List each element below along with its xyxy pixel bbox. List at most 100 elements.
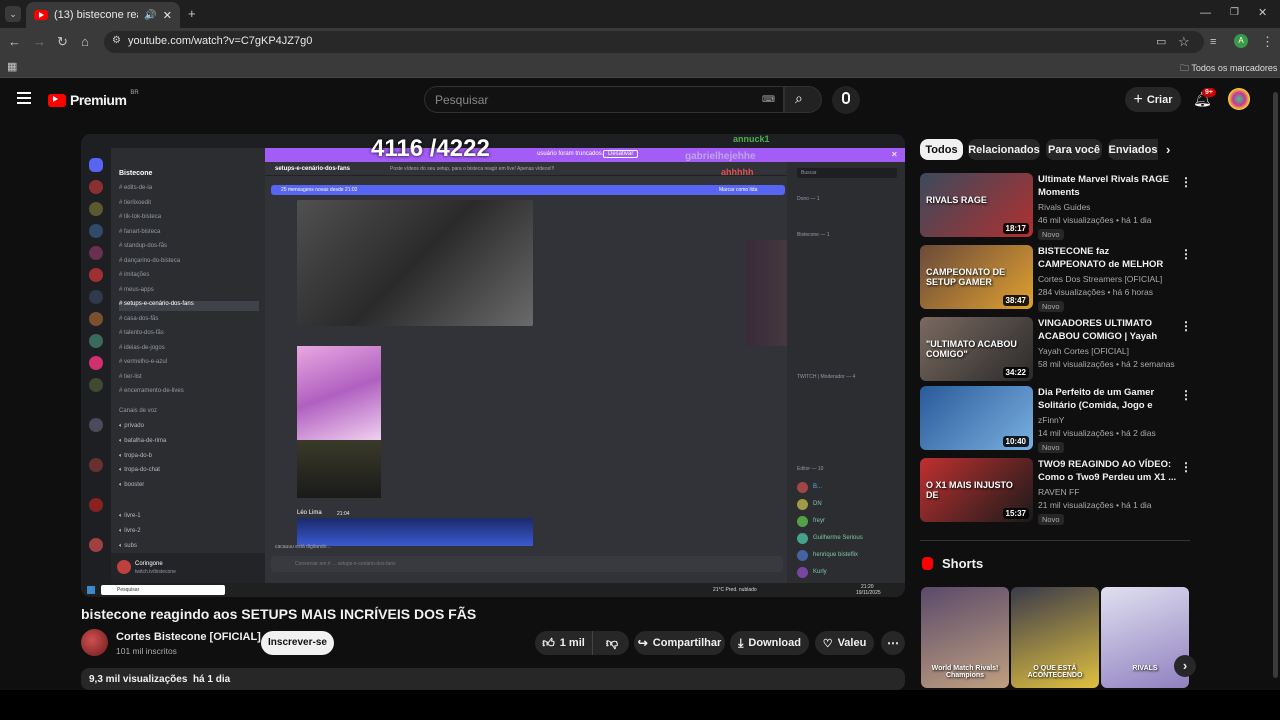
subscribe-button[interactable]: Inscrever-se [261, 631, 334, 655]
shorts-item[interactable]: O QUE ESTÁ ACONTECENDO [1011, 587, 1099, 688]
filter-chip-for-you[interactable]: Para você [1046, 139, 1102, 160]
more-actions-button[interactable]: ⋯ [881, 631, 905, 655]
browser-tab-bar: ⌄ (13) bistecone reagindo aos 🔊 ✕ + — ❐ … [0, 0, 1280, 28]
thanks-button[interactable]: ♡ Valeu [815, 631, 874, 655]
banner-button[interactable]: Desativar [603, 150, 639, 158]
channel-name[interactable]: Cortes Bistecone [OFICIAL] [116, 631, 261, 643]
member-group-header: Editor — 10 [797, 466, 824, 472]
upload-age: há 1 dia [192, 674, 231, 685]
profile-avatar[interactable]: A [1234, 34, 1248, 48]
dislike-button[interactable]: 👎︎ [595, 631, 629, 655]
media-control-icon[interactable]: ≡ [1210, 35, 1216, 49]
recommendation-thumbnail[interactable]: O X1 MAIS INJUSTO DE 15:37 [920, 458, 1033, 522]
recommendation-title[interactable]: BISTECONE faz CAMPEONATO de MELHOR SETUP… [1038, 245, 1178, 272]
keyboard-icon[interactable]: ⌨ [762, 94, 775, 105]
filter-chip-uploaded[interactable]: Enviados [1108, 139, 1158, 160]
recommendation-title[interactable]: VINGADORES ULTIMATO ACABOU COMIGO | Yaya… [1038, 317, 1178, 344]
tab-list-button[interactable]: ⌄ [5, 6, 21, 22]
more-vertical-icon[interactable]: ⋮ [1180, 247, 1192, 261]
video-player[interactable]: 4116 /4222 annuck1 gabrielhejehhe ahhhhh… [81, 134, 905, 597]
subscriber-count: 101 mil inscritos [116, 646, 177, 656]
shorts-item[interactable]: World Match Rivals! Champions [921, 587, 1009, 688]
banner-text: usuário foram truncados. [537, 151, 604, 157]
browser-tab-active[interactable]: (13) bistecone reagindo aos 🔊 ✕ [26, 2, 180, 28]
cast-icon[interactable]: ▭ [1156, 35, 1166, 49]
search-placeholder: Pesquisar [435, 93, 489, 107]
reload-icon[interactable]: ↻ [57, 35, 68, 49]
shorts-next-button[interactable]: › [1174, 655, 1196, 677]
channel-avatar[interactable] [81, 629, 108, 656]
recommendation-thumbnail[interactable]: RIVALS RAGE 18:17 [920, 173, 1033, 237]
search-input[interactable]: Pesquisar ⌨ [424, 86, 784, 113]
filter-chip-all[interactable]: Todos [920, 139, 963, 160]
account-avatar[interactable] [1228, 88, 1250, 110]
voice-search-button[interactable] [832, 86, 860, 114]
channel-topic: Poste vídeos do seu setup, para o bistec… [390, 166, 555, 172]
share-icon: ↪ [637, 636, 648, 650]
back-icon[interactable]: ← [8, 35, 21, 49]
discord-channel-item: # ideias-de-jogos [119, 344, 165, 351]
discord-server-list [81, 148, 111, 583]
more-vertical-icon[interactable]: ⋮ [1180, 175, 1192, 189]
minimize-icon[interactable]: — [1200, 6, 1211, 20]
recommendation-channel[interactable]: Cortes Dos Streamers [OFICIAL] [1038, 274, 1162, 284]
recommendation-item[interactable]: CAMPEONATO DE SETUP GAMER 38:47 BISTECONE … [920, 245, 1192, 312]
like-button[interactable]: 👍︎ 1 mil [535, 631, 593, 655]
video-embed-2 [297, 440, 381, 498]
recommendation-item[interactable]: O X1 MAIS INJUSTO DE 15:37 TWO9 REAGINDO A… [920, 458, 1192, 525]
tab-close-icon[interactable]: ✕ [163, 9, 172, 22]
more-vertical-icon[interactable]: ⋮ [1180, 319, 1192, 333]
chrome-menu-icon[interactable]: ⋮ [1261, 35, 1274, 49]
youtube-logo[interactable]: Premium BR [48, 90, 139, 108]
shorts-caption: World Match Rivals! Champions [931, 665, 999, 679]
recommendation-channel[interactable]: zFinnY [1038, 415, 1064, 425]
discord-channel-label: fanart-bisteca [124, 228, 161, 235]
all-bookmarks-folder[interactable]: 🗀 Todos os marcadores [1180, 61, 1277, 77]
recommendation-title[interactable]: Ultimate Marvel Rivals RAGE Moments [1038, 173, 1178, 200]
recommendation-item[interactable]: "ULTIMATO ACABOU COMIGO" 34:22 VINGADORES … [920, 317, 1192, 381]
url-field[interactable]: ⚙ youtube.com/watch?v=C7gKP4JZ7g0 [104, 31, 1204, 53]
plus-icon: + [1133, 90, 1143, 108]
recommendation-thumbnail[interactable]: "ULTIMATO ACABOU COMIGO" 34:22 [920, 317, 1033, 381]
recommendation-item[interactable]: 10:40 Dia Perfeito de um Gamer Solitário … [920, 386, 1192, 453]
thumbnail-text: "ULTIMATO ACABOU COMIGO" [926, 339, 1017, 359]
members-search[interactable]: Buscar [797, 168, 897, 178]
twitch-name-3: ahhhhh [721, 167, 754, 177]
download-button[interactable]: ⤓ Download [730, 631, 809, 655]
restore-icon[interactable]: ❐ [1230, 6, 1239, 20]
apps-grid-icon[interactable]: ▦ [7, 60, 17, 74]
recommendation-channel[interactable]: Rivals Guides [1038, 202, 1090, 212]
banner-close-icon[interactable]: ✕ [891, 150, 898, 159]
home-icon[interactable]: ⌂ [81, 35, 89, 49]
recommendation-thumbnail[interactable]: 10:40 [920, 386, 1033, 450]
server-name: Bistecone [119, 170, 153, 177]
new-messages-bar[interactable]: 25 mensagens novas desde 21:02 Marcar co… [271, 185, 785, 195]
recommendation-title[interactable]: TWO9 REAGINDO AO VÍDEO: Como o Two9 Perd… [1038, 458, 1178, 485]
description-box[interactable]: 9,3 mil visualizações há 1 dia [81, 668, 905, 690]
more-vertical-icon[interactable]: ⋮ [1180, 388, 1192, 402]
new-tab-icon[interactable]: + [188, 7, 196, 21]
recommendation-item[interactable]: RIVALS RAGE 18:17 Ultimate Marvel Rivals R… [920, 173, 1192, 240]
bookmark-star-icon[interactable]: ☆ [1178, 35, 1190, 49]
recommendation-thumbnail[interactable]: CAMPEONATO DE SETUP GAMER 38:47 [920, 245, 1033, 309]
page-scrollbar[interactable] [1273, 92, 1278, 678]
create-button[interactable]: + Criar [1125, 87, 1181, 112]
discord-voice-item: 🔈︎ batalha-de-rima [119, 438, 167, 444]
recommendation-channel[interactable]: Yayah Cortes [OFICIAL] [1038, 346, 1129, 356]
duration-badge: 18:17 [1002, 223, 1029, 234]
duration-badge: 15:37 [1002, 508, 1029, 519]
recommendation-title[interactable]: Dia Perfeito de um Gamer Solitário (Comi… [1038, 386, 1178, 413]
more-vertical-icon[interactable]: ⋮ [1180, 460, 1192, 474]
share-button[interactable]: ↪ Compartilhar [634, 631, 725, 655]
message-time: 21:04 [337, 511, 350, 517]
site-info-icon[interactable]: ⚙ [112, 35, 121, 46]
chat-input[interactable]: Conversar em # ... setups-e-cenário-dos-… [271, 556, 783, 572]
filter-chip-related[interactable]: Relacionados [968, 139, 1040, 160]
hamburger-menu-icon[interactable] [17, 92, 31, 104]
forward-icon[interactable]: → [33, 35, 46, 49]
chevron-right-icon[interactable]: › [1166, 142, 1170, 157]
close-window-icon[interactable]: ✕ [1258, 6, 1267, 20]
speaker-icon[interactable]: 🔊 [144, 10, 156, 21]
recommendation-channel[interactable]: RAVEN FF [1038, 487, 1079, 497]
search-button[interactable]: ⌕ [784, 86, 822, 113]
